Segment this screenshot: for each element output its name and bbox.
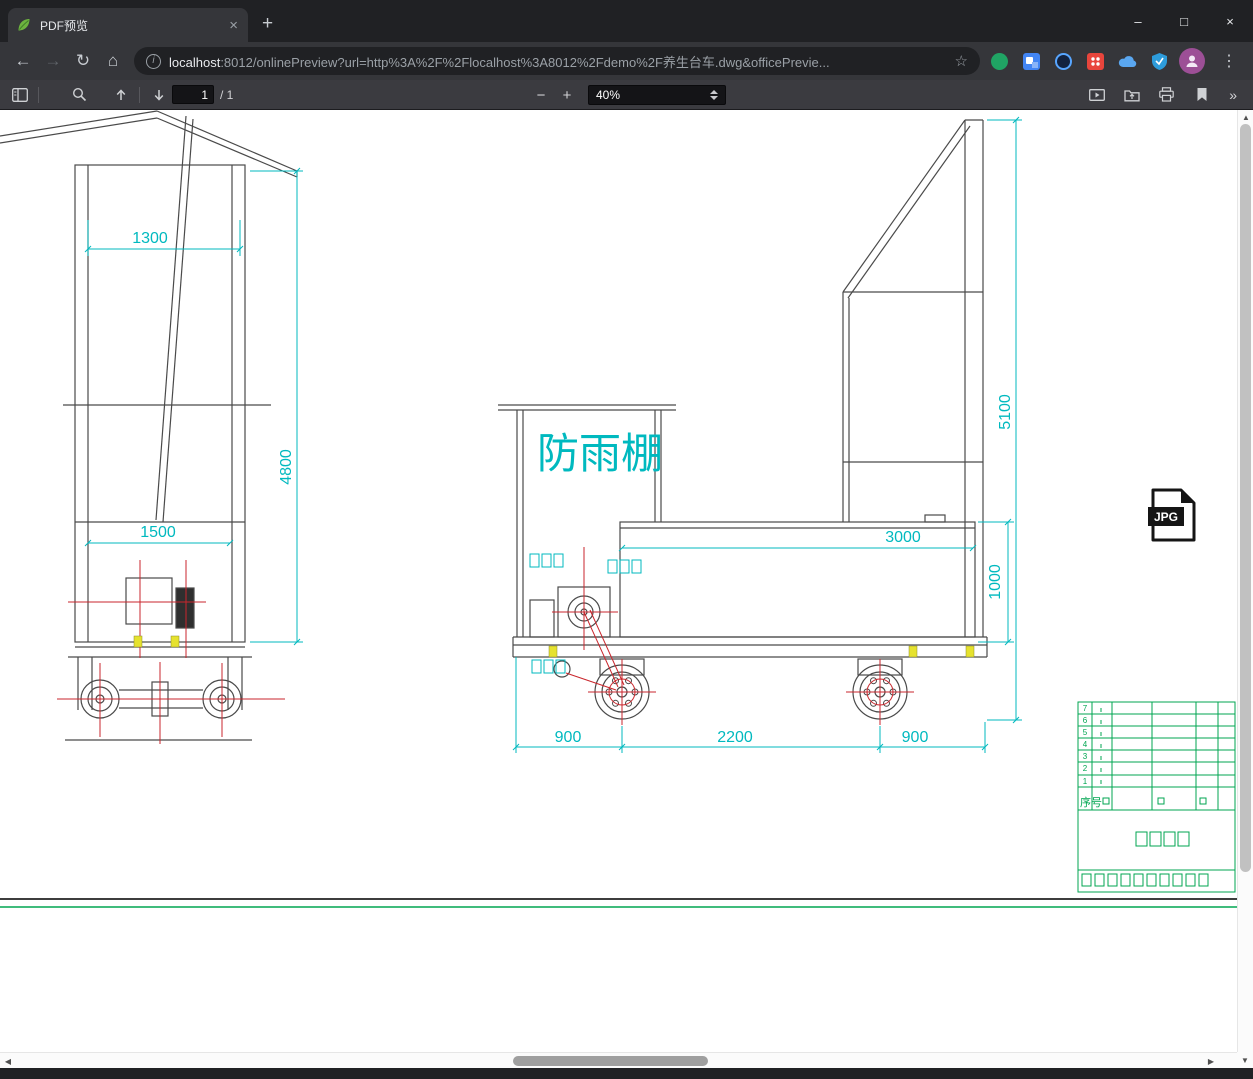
window-controls: – □ × xyxy=(1115,0,1253,42)
title-block-row-number: 6 xyxy=(1083,716,1088,725)
vertical-scrollbar[interactable]: ▲ xyxy=(1237,110,1253,1052)
dim-label-4800: 4800 xyxy=(278,449,295,485)
scroll-up-icon[interactable]: ▲ xyxy=(1238,113,1253,122)
title-block-row-number: 3 xyxy=(1083,752,1088,761)
bookmark-star-icon[interactable]: ☆ xyxy=(955,52,968,70)
scroll-right-icon[interactable]: ▶ xyxy=(1203,1057,1219,1066)
scrollbar-corner: ▼ xyxy=(1237,1052,1253,1068)
front-view-structure xyxy=(0,110,298,741)
title-block-row-number: 2 xyxy=(1083,764,1088,773)
extension-icon-translate[interactable] xyxy=(1022,52,1041,71)
minimize-button[interactable]: – xyxy=(1115,0,1161,42)
url-tail: :8012/onlinePreview?url=http%3A%2F%2Floc… xyxy=(220,54,830,70)
side-view-centerlines xyxy=(552,547,914,725)
window-bottom-edge xyxy=(0,1068,1253,1079)
jpg-badge-label: JPG xyxy=(1154,510,1178,524)
dim-label-5100: 5100 xyxy=(997,394,1014,430)
browser-tab[interactable]: PDF预览 × xyxy=(8,8,248,42)
reload-icon[interactable]: ↻ xyxy=(68,46,98,76)
navigation-bar: ← → ↻ ⌂ i localhost:8012/onlinePreview?u… xyxy=(0,42,1253,80)
jpg-file-icon: JPG xyxy=(1148,488,1196,542)
pdf-content-area: 1300 4800 1500 防雨棚 3000 1000 5100 900 22… xyxy=(0,110,1237,1052)
title-block-row-number: 4 xyxy=(1083,740,1088,749)
extension-icon-red-grid[interactable] xyxy=(1086,52,1105,71)
dim-label-900-right: 900 xyxy=(902,729,929,746)
browser-menu-icon[interactable]: ⋮ xyxy=(1213,51,1245,71)
url-host: localhost xyxy=(169,54,221,70)
person-icon xyxy=(1186,55,1198,67)
page-count-label: / 1 xyxy=(220,87,234,102)
horizontal-scrollbar-thumb[interactable] xyxy=(513,1056,708,1066)
next-page-icon[interactable] xyxy=(145,83,172,107)
cad-drawing: 1300 4800 1500 防雨棚 3000 1000 5100 900 22… xyxy=(0,110,1237,908)
title-block-row-number: 5 xyxy=(1083,728,1088,737)
back-icon[interactable]: ← xyxy=(8,46,38,76)
pdf-toolbar-right: » xyxy=(1083,83,1247,107)
zoom-out-icon[interactable]: − xyxy=(528,83,554,107)
dim-label-2200: 2200 xyxy=(717,729,753,746)
side-view-markers xyxy=(548,645,975,658)
tab-title: PDF预览 xyxy=(40,18,89,33)
browser-window: PDF预览 × + – □ × ← → ↻ ⌂ i localhost:8012… xyxy=(0,0,1253,1079)
front-view-dimension-lines xyxy=(84,167,303,646)
scroll-down-icon[interactable]: ▼ xyxy=(1241,1056,1249,1065)
select-spinner-icon xyxy=(710,90,718,100)
maximize-button[interactable]: □ xyxy=(1161,0,1207,42)
side-view-cyan-details xyxy=(529,553,642,674)
dim-label-1300: 1300 xyxy=(132,230,168,247)
titlebar: PDF预览 × + – □ × xyxy=(0,0,1253,42)
bookmark-icon[interactable] xyxy=(1188,83,1215,107)
zoom-level-select[interactable]: 40% xyxy=(588,85,726,105)
tab-close-icon[interactable]: × xyxy=(227,18,240,33)
zoom-in-icon[interactable]: + xyxy=(554,83,580,107)
toolbar-separator xyxy=(139,86,140,103)
forward-icon[interactable]: → xyxy=(38,46,68,76)
horizontal-scrollbar[interactable]: ◀ ▶ xyxy=(0,1052,1237,1068)
shelter-label: 防雨棚 xyxy=(537,430,663,477)
sidebar-toggle-icon[interactable] xyxy=(6,83,33,107)
pdf-toolbar: / 1 − + 40% » xyxy=(0,80,1253,110)
extensions-strip xyxy=(990,52,1169,71)
search-icon[interactable] xyxy=(66,83,93,107)
dim-label-900-left: 900 xyxy=(555,729,582,746)
scroll-left-icon[interactable]: ◀ xyxy=(0,1057,16,1066)
vertical-scrollbar-thumb[interactable] xyxy=(1240,124,1251,872)
extension-icon-dark-circle[interactable] xyxy=(1054,52,1073,71)
presentation-mode-icon[interactable] xyxy=(1083,83,1110,107)
title-block-row-number: 7 xyxy=(1083,704,1088,713)
toolbar-separator xyxy=(38,86,39,103)
extension-icon-green[interactable] xyxy=(990,52,1009,71)
profile-avatar[interactable] xyxy=(1179,48,1205,74)
dim-label-1500: 1500 xyxy=(140,524,176,541)
extension-icon-shield[interactable] xyxy=(1150,52,1169,71)
url-text: localhost:8012/onlinePreview?url=http%3A… xyxy=(169,52,947,71)
home-icon[interactable]: ⌂ xyxy=(98,46,128,76)
leaf-favicon xyxy=(18,19,30,31)
new-tab-button[interactable]: + xyxy=(262,13,273,35)
previous-page-icon[interactable] xyxy=(107,83,134,107)
side-view-structure xyxy=(498,119,988,720)
page-info-icon[interactable]: i xyxy=(146,53,161,69)
dim-label-3000: 3000 xyxy=(885,529,921,546)
zoom-controls: − + 40% xyxy=(528,80,726,110)
more-tools-icon[interactable]: » xyxy=(1223,87,1243,103)
title-block-header: 序号 xyxy=(1080,795,1102,809)
dim-label-1000: 1000 xyxy=(987,564,1004,600)
zoom-level-value: 40% xyxy=(596,88,621,102)
print-icon[interactable] xyxy=(1153,83,1180,107)
close-button[interactable]: × xyxy=(1207,0,1253,42)
open-file-icon[interactable] xyxy=(1118,83,1145,107)
extension-icon-cloud[interactable] xyxy=(1118,52,1137,71)
title-block-row-number: 1 xyxy=(1083,777,1088,786)
page-number-input[interactable] xyxy=(172,85,214,104)
address-bar[interactable]: i localhost:8012/onlinePreview?url=http%… xyxy=(134,47,980,75)
